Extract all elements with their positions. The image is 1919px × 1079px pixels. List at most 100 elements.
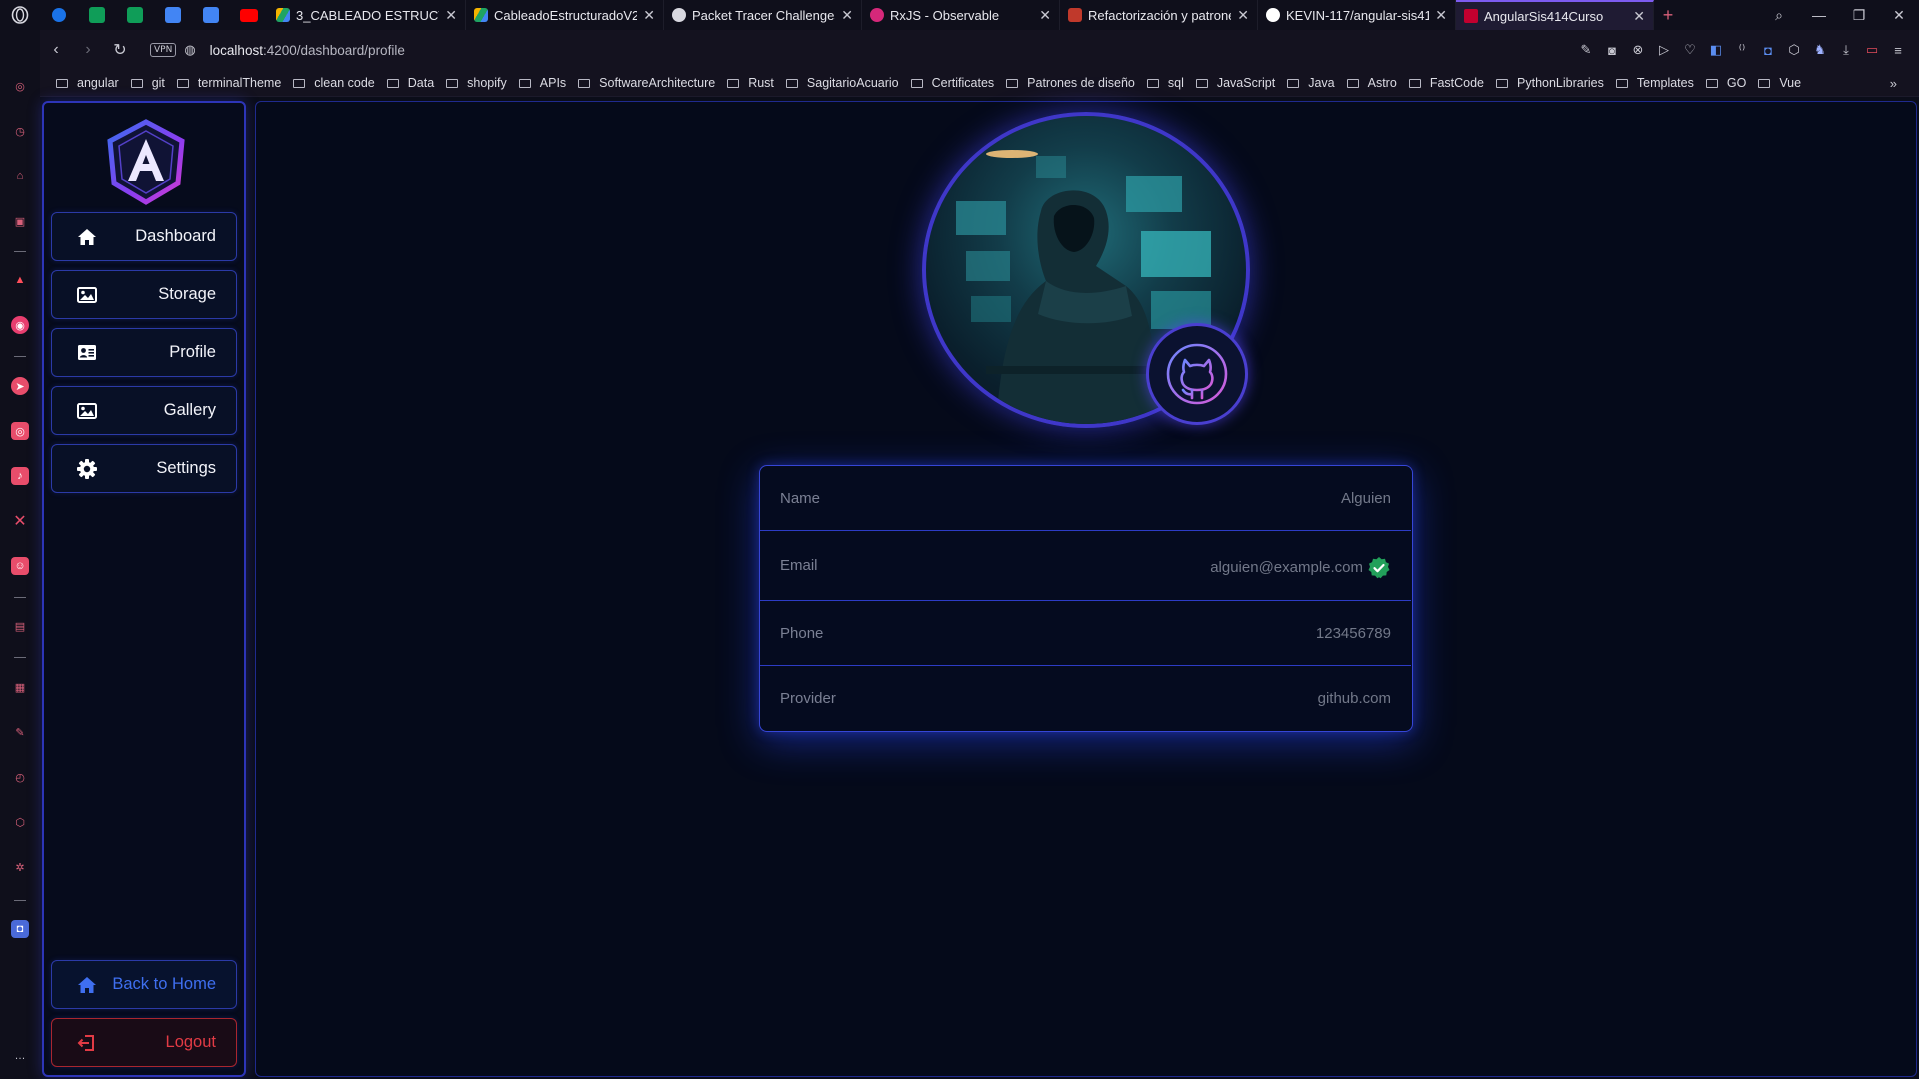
tab[interactable]: 3_CABLEADO ESTRUCTURA ✕ [268, 0, 466, 30]
back-to-home-button[interactable]: Back to Home [51, 960, 237, 1009]
pinned-tab[interactable] [40, 0, 78, 30]
pinned-tab[interactable] [78, 0, 116, 30]
more-icon[interactable]: … [11, 1047, 29, 1065]
profile-avatar-icon[interactable]: ♞ [1807, 42, 1833, 58]
sidebar-item-gallery[interactable]: Gallery [51, 386, 237, 435]
workspaces-icon[interactable]: ▦ [11, 678, 29, 696]
minimize-icon[interactable]: — [1799, 7, 1839, 23]
adblock-icon[interactable]: ⊗ [1625, 42, 1651, 58]
edit-notes-icon[interactable]: ✎ [11, 723, 29, 741]
extensions-cube-icon[interactable]: ⬡ [11, 813, 29, 831]
bookmark-folder[interactable]: Vue [1758, 76, 1801, 90]
bookmark-folder[interactable]: APIs [518, 76, 566, 90]
translate-icon[interactable]: ◧ [1703, 42, 1729, 58]
bookmark-folder[interactable]: GO [1705, 76, 1746, 90]
row-value-wrap: alguien@example.com [1210, 552, 1391, 580]
bookmark-folder[interactable]: terminalTheme [176, 76, 282, 90]
close-window-icon[interactable]: ✕ [1879, 7, 1919, 24]
heart-icon[interactable]: ♡ [1677, 42, 1703, 58]
bookmark-folder[interactable]: SagitarioAcuario [785, 76, 899, 90]
logout-button[interactable]: Logout [51, 1018, 237, 1067]
bookmark-folder[interactable]: sql [1146, 76, 1184, 90]
new-tab-button[interactable]: + [1654, 0, 1682, 30]
download-icon[interactable]: ⤓ [1833, 42, 1859, 58]
bookmark-folder[interactable]: SoftwareArchitecture [578, 76, 715, 90]
url-field[interactable]: localhost:4200/dashboard/profile [210, 43, 405, 58]
tiktok-icon[interactable]: ♪ [11, 467, 29, 485]
globe-icon[interactable]: ◍ [184, 42, 195, 58]
wallet-icon[interactable]: ▤ [11, 617, 29, 635]
sidebar-item-profile[interactable]: Profile [51, 328, 237, 377]
pinned-tab[interactable] [230, 0, 268, 30]
menu-icon[interactable]: ≡ [1885, 43, 1911, 58]
pinned-tab[interactable] [116, 0, 154, 30]
back-icon[interactable]: ‹ [40, 30, 72, 70]
bookmark-label: terminalTheme [197, 76, 282, 90]
close-icon[interactable]: ✕ [445, 7, 457, 24]
bookmark-folder[interactable]: shopify [446, 76, 507, 90]
pinned-tab[interactable] [154, 0, 192, 30]
aria-icon[interactable]: ▲ [11, 271, 29, 289]
forward-icon[interactable]: › [72, 30, 104, 70]
reload-icon[interactable]: ↻ [104, 30, 136, 70]
telegram-icon[interactable]: ➤ [11, 377, 29, 395]
bookmark-folder[interactable]: JavaScript [1195, 76, 1275, 90]
tab[interactable]: KEVIN-117/angular-sis414 ✕ [1258, 0, 1456, 30]
close-icon[interactable]: ✕ [643, 7, 655, 24]
row-label: Provider [780, 690, 836, 707]
close-icon[interactable]: ✕ [1633, 8, 1645, 25]
bitwarden-icon[interactable]: ◘ [1755, 43, 1781, 58]
sidebar-item-settings[interactable]: Settings [51, 444, 237, 493]
edit-icon[interactable]: ✎ [1573, 42, 1599, 58]
sidebar-item-storage[interactable]: Storage [51, 270, 237, 319]
bookmark-folder[interactable]: Templates [1615, 76, 1694, 90]
pinned-tab[interactable] [192, 0, 230, 30]
tab[interactable]: RxJS - Observable ✕ [862, 0, 1060, 30]
instagram-icon[interactable]: ◎ [11, 422, 29, 440]
bookmark-label: Certificates [931, 76, 995, 90]
close-icon[interactable]: ✕ [841, 7, 853, 24]
folder-icon [1408, 78, 1421, 88]
tab[interactable]: CableadoEstructuradoV202 ✕ [466, 0, 664, 30]
speed-dial-icon[interactable]: ◷ [11, 122, 29, 140]
vpn-badge[interactable]: VPN [150, 43, 177, 57]
bookmark-folder[interactable]: Rust [727, 76, 774, 90]
settings-icon[interactable]: ✲ [11, 858, 29, 876]
cube-icon[interactable]: ⬡ [1781, 42, 1807, 58]
bookmark-label: Data [407, 76, 435, 90]
bookmark-folder[interactable]: clean code [293, 76, 375, 90]
history-icon[interactable]: ◴ [11, 768, 29, 786]
battery-icon[interactable]: ▭ [1859, 42, 1885, 58]
close-icon[interactable]: ✕ [1435, 7, 1447, 24]
search-tabs-icon[interactable]: ⌕ [1759, 7, 1799, 24]
notes-icon[interactable]: ▣ [11, 212, 29, 230]
bookmark-folder[interactable]: FastCode [1408, 76, 1484, 90]
bookmark-folder[interactable]: Java [1287, 76, 1335, 90]
bookmark-folder[interactable]: Data [386, 76, 435, 90]
bookmark-folder[interactable]: angular [56, 76, 119, 90]
close-icon[interactable]: ✕ [1237, 7, 1249, 24]
bookmark-folder[interactable]: Astro [1346, 76, 1397, 90]
tab[interactable]: Refactorización y patrones ✕ [1060, 0, 1258, 30]
camera-icon[interactable]: ◙ [1599, 43, 1625, 58]
extension-icon[interactable]: ⁽⁾ [1729, 42, 1755, 58]
tab-active[interactable]: AngularSis414Curso ✕ [1456, 0, 1654, 30]
bookmark-folder[interactable]: Certificates [910, 76, 995, 90]
gamepad-icon[interactable]: ◎ [11, 77, 29, 95]
more-bookmarks-icon[interactable]: » [1890, 76, 1897, 91]
opera-menu-icon[interactable] [0, 0, 40, 30]
bookmark-folder[interactable]: Patrones de diseño [1006, 76, 1135, 90]
send-icon[interactable]: ▷ [1651, 42, 1677, 58]
shopping-icon[interactable]: ⌂ [11, 167, 29, 185]
bookmark-folder[interactable]: PythonLibraries [1496, 76, 1604, 90]
sidebar-item-dashboard[interactable]: Dashboard [51, 212, 237, 261]
restore-icon[interactable]: ❐ [1839, 7, 1879, 24]
close-icon[interactable]: ✕ [1039, 7, 1051, 24]
x-icon[interactable]: ✕ [11, 512, 29, 530]
tab[interactable]: Packet Tracer Challenges ✕ [664, 0, 862, 30]
discord-icon[interactable]: ☺ [11, 557, 29, 575]
angular-logo[interactable] [106, 119, 186, 205]
messenger-icon[interactable]: ◉ [11, 316, 29, 334]
shield-icon[interactable]: ◘ [11, 920, 29, 938]
bookmark-folder[interactable]: git [130, 76, 165, 90]
